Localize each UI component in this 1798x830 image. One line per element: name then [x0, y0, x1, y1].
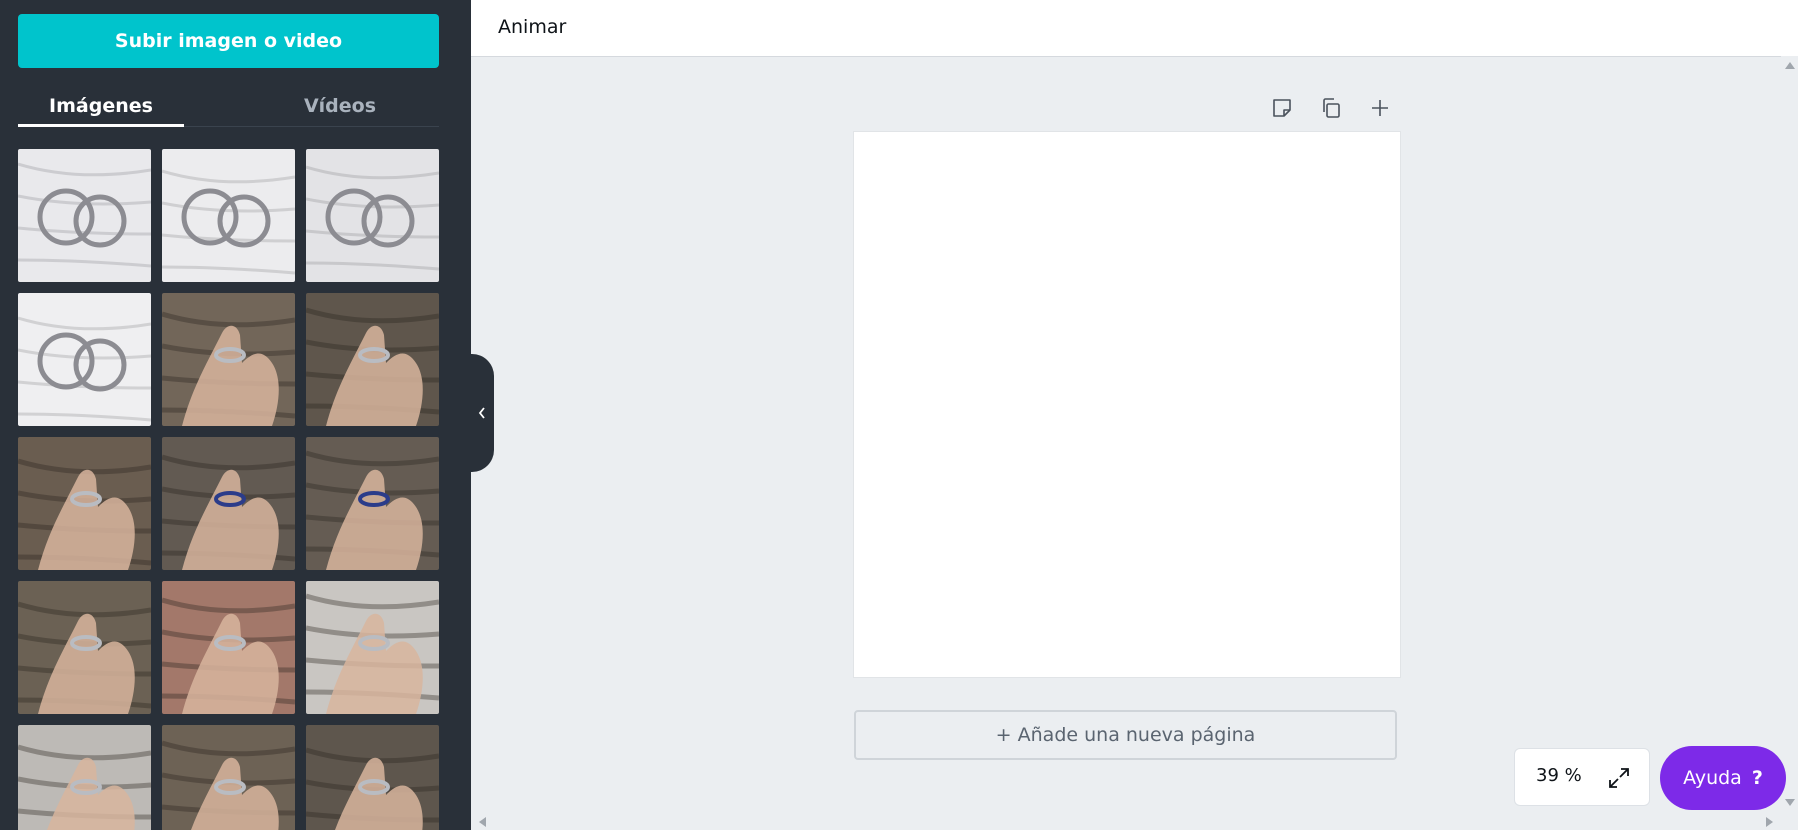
image-thumbnail[interactable] — [306, 437, 439, 570]
vertical-scrollbar[interactable] — [1781, 56, 1798, 812]
image-thumbnail[interactable] — [18, 293, 151, 426]
image-thumbnail[interactable] — [162, 149, 295, 282]
ring-icon — [18, 458, 151, 570]
add-new-page-button[interactable]: + Añade una nueva página — [854, 710, 1397, 760]
left-panel: Subir imagen o video Imágenes Vídeos — [0, 0, 471, 830]
active-tab-indicator — [18, 124, 184, 127]
ring-icon — [162, 597, 295, 714]
collapse-panel-button[interactable] — [470, 354, 494, 472]
ring-icon — [306, 307, 439, 426]
earring-icon — [18, 162, 151, 268]
help-label: Ayuda — [1683, 767, 1742, 789]
scroll-down-icon[interactable] — [1785, 799, 1795, 806]
help-button[interactable]: Ayuda ? — [1660, 746, 1786, 810]
ring-icon — [18, 601, 151, 714]
image-thumbnail[interactable] — [162, 293, 295, 426]
earring-icon — [162, 169, 295, 275]
scroll-right-icon[interactable] — [1766, 817, 1773, 827]
question-mark-icon: ? — [1751, 767, 1763, 789]
ring-icon — [162, 740, 295, 830]
ring-icon — [306, 450, 439, 570]
image-thumbnail[interactable] — [18, 149, 151, 282]
upload-image-video-button[interactable]: Subir imagen o video — [18, 14, 439, 68]
image-thumbnail[interactable] — [306, 581, 439, 714]
image-thumbnail[interactable] — [306, 149, 439, 282]
image-thumbnail[interactable] — [18, 725, 151, 830]
animate-button[interactable]: Animar — [498, 12, 566, 42]
duplicate-page-icon[interactable] — [1315, 92, 1347, 124]
image-thumbnail[interactable] — [306, 725, 439, 830]
tab-images[interactable]: Imágenes — [18, 84, 184, 128]
zoom-control: 39 % — [1514, 748, 1650, 806]
tab-videos[interactable]: Vídeos — [255, 84, 425, 128]
earring-icon — [306, 165, 439, 271]
horizontal-scrollbar[interactable] — [471, 813, 1781, 830]
image-thumbnail[interactable] — [162, 437, 295, 570]
ring-icon — [18, 744, 151, 830]
image-thumbnail[interactable] — [18, 437, 151, 570]
design-page-canvas[interactable] — [854, 132, 1400, 677]
earring-icon — [18, 316, 151, 422]
ring-icon — [162, 454, 295, 570]
scroll-up-icon[interactable] — [1785, 62, 1795, 69]
scroll-left-icon[interactable] — [479, 817, 486, 827]
add-page-icon[interactable] — [1364, 92, 1396, 124]
image-thumbnail[interactable] — [162, 725, 295, 830]
image-thumbnail[interactable] — [306, 293, 439, 426]
pendant-icon — [306, 747, 439, 830]
ring-icon — [162, 311, 295, 426]
ring-icon — [306, 593, 439, 714]
note-icon[interactable] — [1266, 92, 1298, 124]
image-thumbnail[interactable] — [162, 581, 295, 714]
top-toolbar: Animar — [471, 0, 1798, 57]
zoom-level[interactable]: 39 % — [1536, 765, 1582, 786]
expand-icon[interactable] — [1606, 765, 1632, 791]
image-thumbnail[interactable] — [18, 581, 151, 714]
chevron-left-icon — [478, 407, 485, 419]
